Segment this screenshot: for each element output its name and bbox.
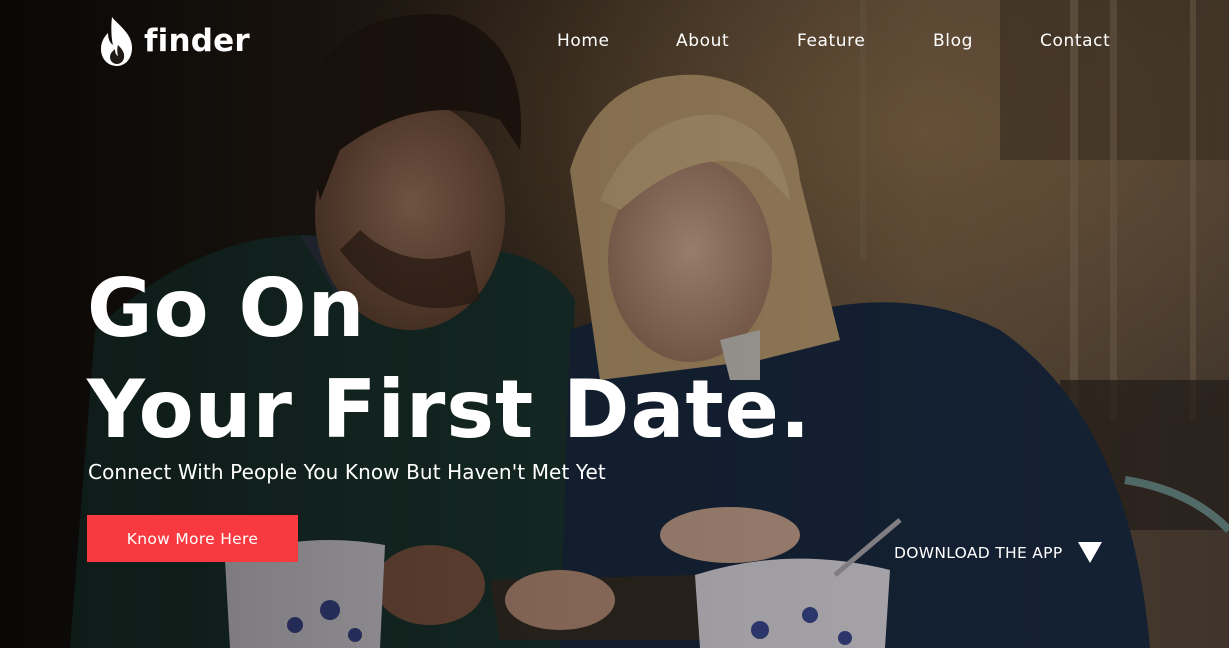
nav-item-feature[interactable]: Feature <box>797 30 865 52</box>
nav-item-contact[interactable]: Contact <box>1040 30 1110 52</box>
nav-item-home[interactable]: Home <box>557 30 610 52</box>
download-app-label: DOWNLOAD THE APP <box>894 543 1063 562</box>
know-more-button[interactable]: Know More Here <box>87 515 298 562</box>
hero-title-line-2: Your First Date. <box>87 363 812 456</box>
main-nav: Home About Feature Blog Contact <box>0 30 1229 54</box>
triangle-down-icon <box>1078 542 1103 563</box>
nav-item-blog[interactable]: Blog <box>933 30 973 52</box>
hero-subtitle: Connect With People You Know But Haven't… <box>88 460 606 484</box>
download-app-link[interactable]: DOWNLOAD THE APP <box>894 542 1103 563</box>
nav-item-about[interactable]: About <box>676 30 729 52</box>
hero-title-line-1: Go On <box>87 262 366 355</box>
hero-title: Go On Your First Date. <box>87 258 811 460</box>
